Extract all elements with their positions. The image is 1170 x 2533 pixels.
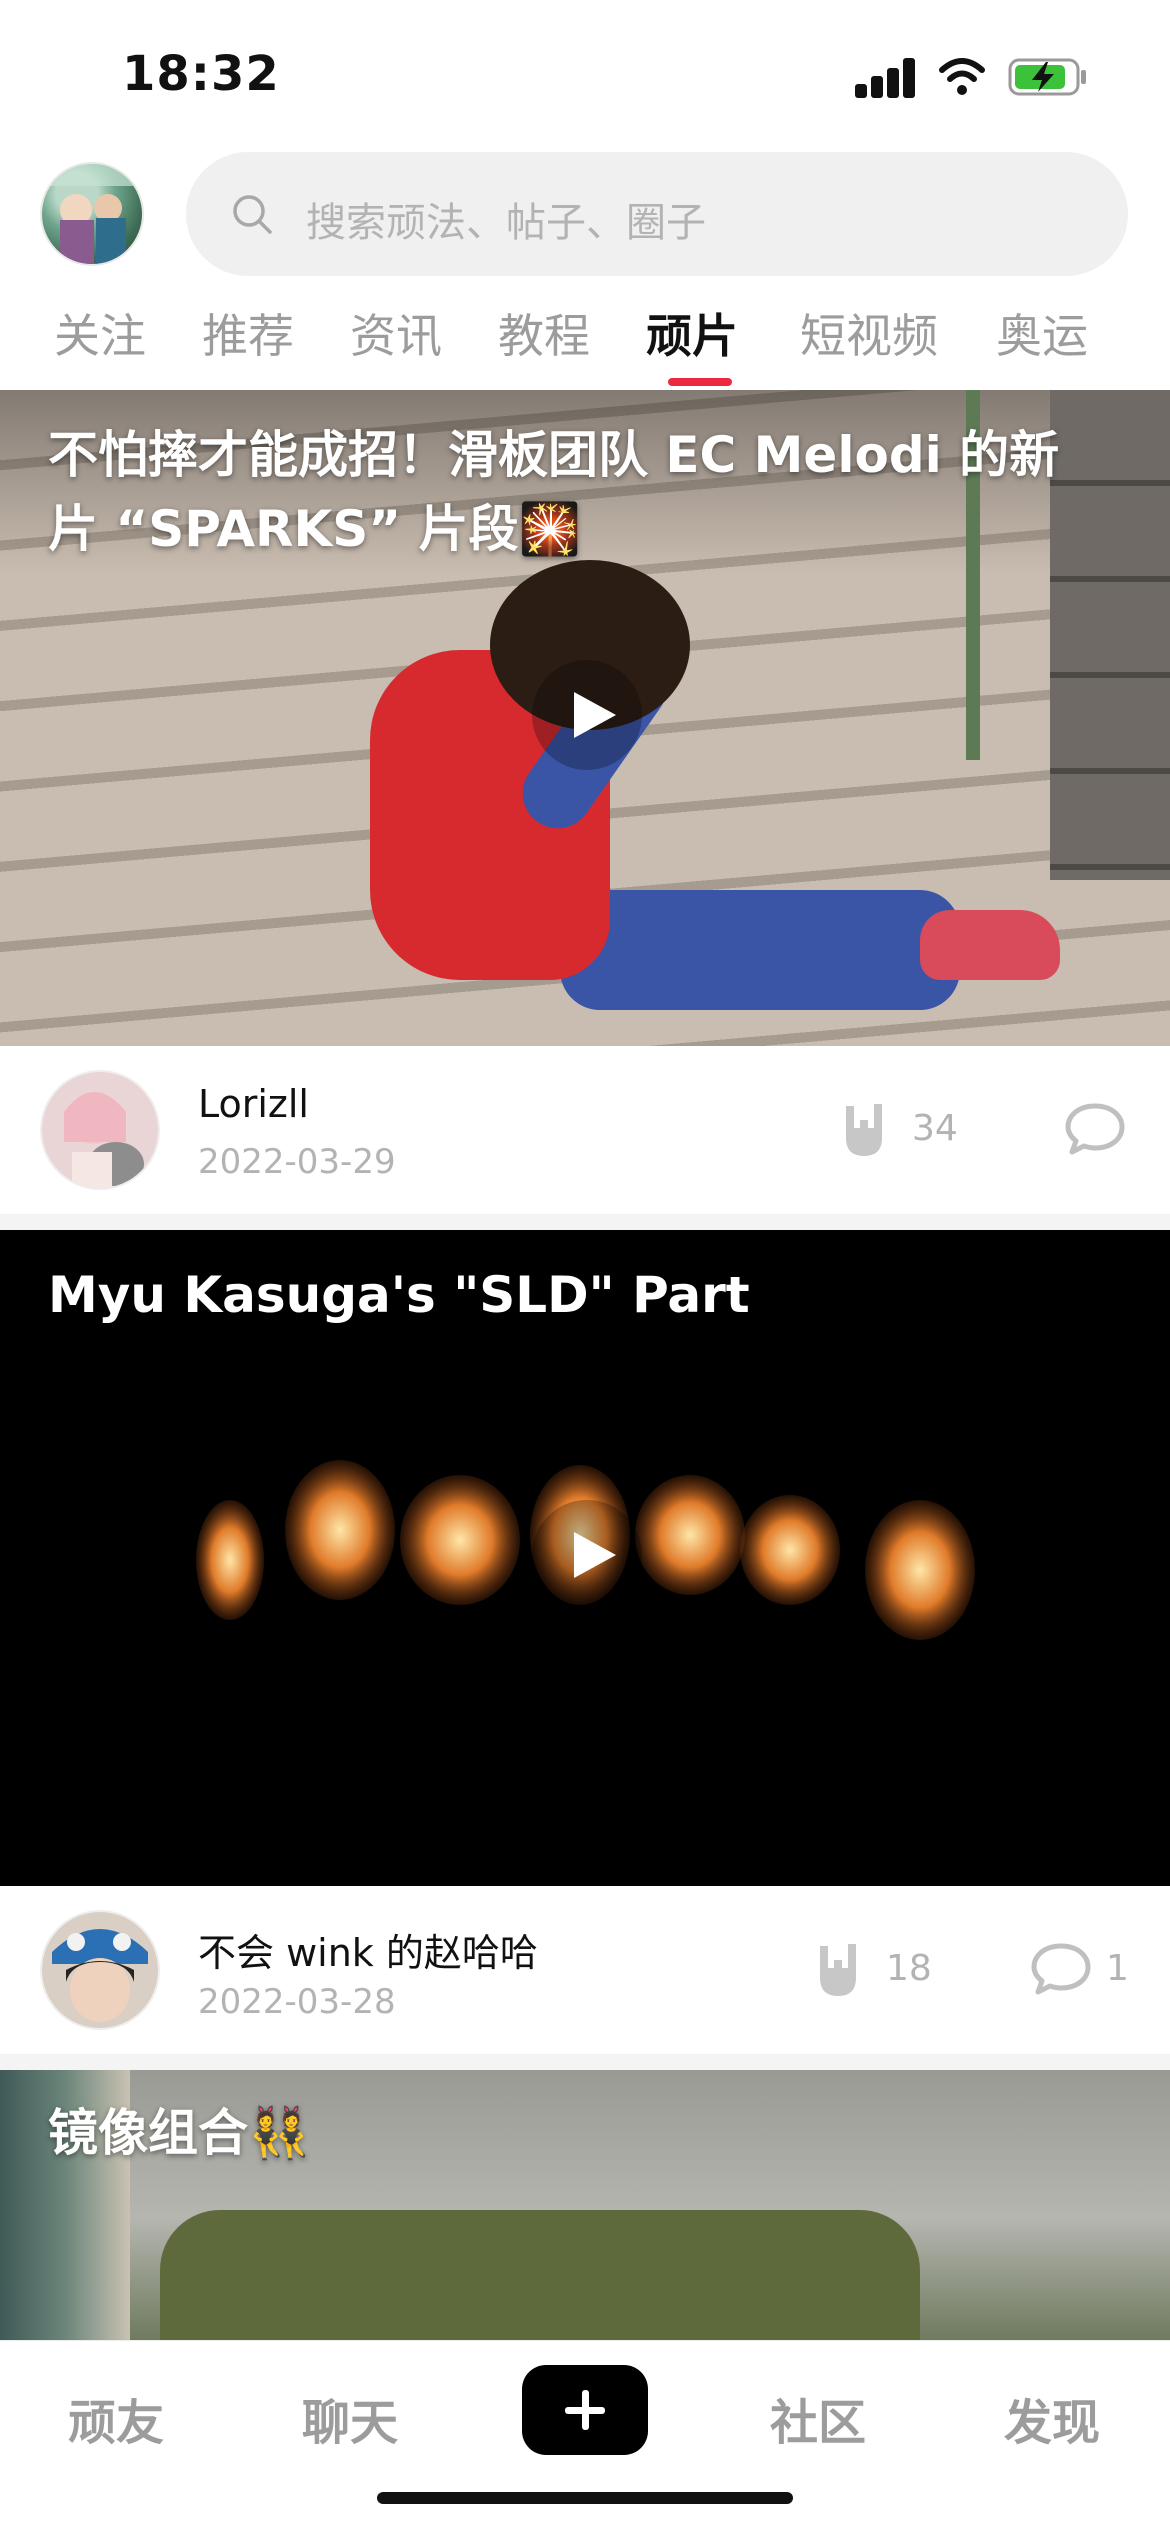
home-indicator — [377, 2492, 793, 2504]
post-meta: Lorizll 2022-03-29 34 — [0, 1046, 1170, 1214]
avatar-image — [42, 1072, 158, 1188]
tab-news[interactable]: 资讯 — [350, 300, 442, 366]
nav-friends[interactable]: 顽友 — [68, 2383, 164, 2453]
post-date: 2022-03-28 — [198, 1982, 396, 2022]
active-tab-indicator — [668, 378, 732, 386]
tab-following[interactable]: 关注 — [54, 300, 146, 366]
tab-olympics[interactable]: 奥运 — [996, 300, 1088, 366]
post-meta: 不会 wink 的赵哈哈 2022-03-28 18 1 — [0, 1886, 1170, 2054]
tab-recommended[interactable]: 推荐 — [202, 300, 294, 366]
tab-videos[interactable]: 顽片 — [646, 300, 738, 366]
avatar-image — [42, 1912, 158, 2028]
rock-hand-like-icon[interactable] — [814, 1938, 866, 2002]
comment-icon[interactable] — [1030, 1940, 1092, 1998]
post-title[interactable]: 不怕摔才能成招！滑板团队 EC Melodi 的新 片 “SPARKS” 片段🎇 — [48, 418, 1128, 566]
post-date: 2022-03-29 — [198, 1142, 396, 1182]
user-avatar[interactable] — [40, 162, 144, 266]
status-time: 18:32 — [122, 46, 280, 102]
play-icon[interactable] — [532, 660, 642, 770]
author-name[interactable]: 不会 wink 的赵哈哈 — [198, 1922, 538, 1977]
comment-icon[interactable] — [1064, 1100, 1126, 1158]
thumbnail-detail — [560, 890, 960, 1010]
post-title[interactable]: Myu Kasuga's "SLD" Part — [48, 1258, 1128, 1332]
play-icon[interactable] — [532, 1500, 642, 1610]
tab-bar: 关注 推荐 资讯 教程 顽片 短视频 奥运 — [0, 300, 1170, 380]
tab-short-videos[interactable]: 短视频 — [800, 300, 938, 366]
search-icon — [233, 195, 272, 234]
avatar-image — [42, 164, 142, 264]
comment-count: 1 — [1106, 1948, 1129, 1989]
post-title[interactable]: 镜像组合👯 — [48, 2096, 1128, 2170]
signal-icon — [855, 58, 917, 98]
fireworks-emoji: 🎇 — [518, 500, 581, 558]
search-placeholder: 搜索顽法、帖子、圈子 — [306, 200, 706, 246]
bottom-nav: 顽友 聊天 社区 发现 — [0, 2340, 1170, 2533]
nav-community[interactable]: 社区 — [770, 2383, 866, 2453]
post-title-line: 片 “SPARKS” 片段🎇 — [48, 492, 1128, 566]
rock-hand-like-icon[interactable] — [840, 1098, 892, 1162]
wifi-icon — [939, 58, 985, 95]
author-avatar[interactable] — [40, 1910, 160, 2030]
battery-charging-icon — [1008, 58, 1086, 96]
like-count: 34 — [912, 1108, 958, 1149]
author-avatar[interactable] — [40, 1070, 160, 1190]
nav-discover[interactable]: 发现 — [1004, 2383, 1100, 2453]
nav-chat[interactable]: 聊天 — [302, 2383, 398, 2453]
post-title-line: 不怕摔才能成招！滑板团队 EC Melodi 的新 — [48, 426, 1060, 484]
tab-tutorials[interactable]: 教程 — [498, 300, 590, 366]
thumbnail-detail — [160, 2210, 920, 2340]
thumbnail-detail — [920, 910, 1060, 980]
like-count: 18 — [886, 1948, 932, 1989]
create-post-button[interactable] — [522, 2365, 648, 2455]
author-name[interactable]: Lorizll — [198, 1082, 309, 1126]
post-title-text: 片 “SPARKS” 片段 — [48, 500, 519, 558]
